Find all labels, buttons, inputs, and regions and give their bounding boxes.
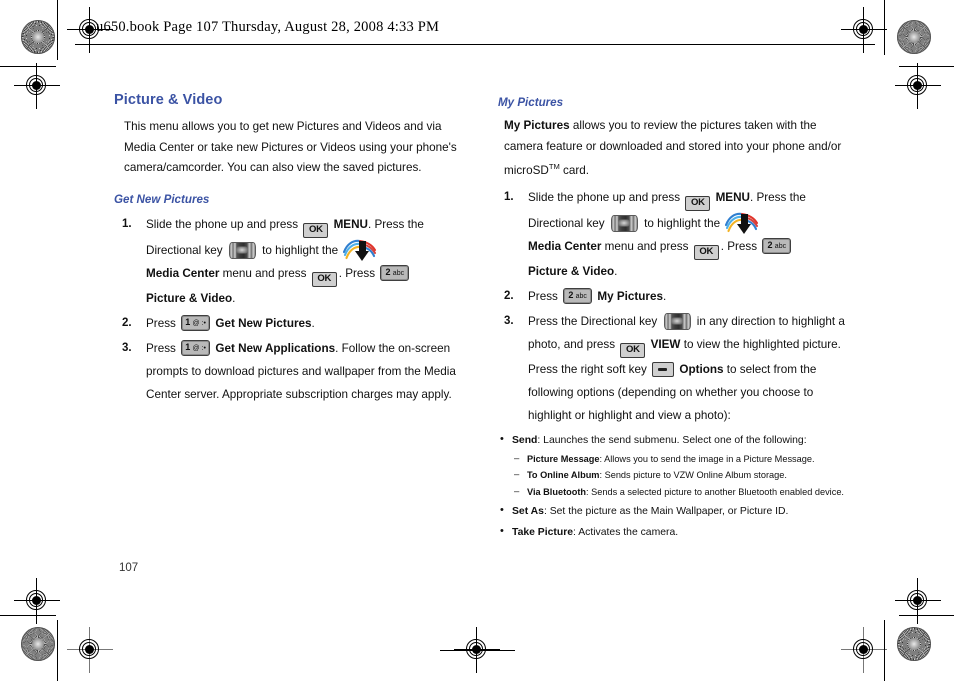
menu-label: MENU [715,190,750,204]
step-text: . Press [338,266,379,280]
intro-text-tail: card. [559,164,590,177]
suboption-label: Via Bluetooth [527,486,587,497]
step-item: 2. Press 2 abc My Pictures. [498,285,858,308]
subheading-my-pictures: My Pictures [498,96,564,109]
step-number: 2. [504,289,514,302]
num-key-digit: 2 [767,239,773,250]
list-item: Take Picture: Activates the camera. [498,522,858,542]
num-key-digit: 2 [385,266,391,277]
num-2-abc-key-icon: 2 abc [762,237,792,254]
ok-key-icon: OK [620,342,646,358]
directional-key-icon [663,312,691,330]
list-item: Send: Launches the send submenu. Select … [498,430,858,501]
step-item: 3. Press the Directional key in any direc… [498,310,858,427]
list-item: Via Bluetooth: Sends a selected picture … [512,484,858,501]
step-item: 1. Slide the phone up and press OK MENU . … [498,186,858,283]
ok-key-icon: OK [693,244,719,260]
step-text: to highlight the [640,216,724,230]
option-label: Take Picture [512,527,574,538]
num-key-symbols: @ :• [192,344,206,352]
picture-video-label: Picture & Video [528,264,615,278]
options-list: Send: Launches the send submenu. Select … [498,430,858,543]
step-item: 3. Press 1 @ :• Get New Applications. Fol… [114,337,474,406]
media-center-icon [725,211,759,235]
step-number: 3. [122,341,132,354]
options-label: Options [679,362,724,376]
directional-key-icon [610,214,638,232]
media-center-icon [343,238,377,262]
directional-key-icon [228,241,256,259]
num-key-digit: 1 [185,341,191,352]
page-content: Picture & Video This menu allows you to … [0,0,954,681]
step-number: 1. [122,217,132,230]
step-text: Press [528,289,562,303]
step-item: 1. Slide the phone up and press OK MENU . … [114,213,474,310]
get-new-pictures-label: Get New Pictures [215,316,312,330]
step-number: 2. [122,316,132,329]
suboption-label: To Online Album [527,470,600,480]
view-label: VIEW [650,337,681,351]
subheading-get-new-pictures: Get New Pictures [114,192,210,206]
num-1-key-icon: 1 @ :• [181,339,211,356]
ok-key-icon: OK [311,271,337,287]
step-text: Press [146,316,180,330]
num-key-digit: 2 [568,289,574,300]
my-pictures-menu-label: My Pictures [597,289,663,303]
step-number: 3. [504,314,514,327]
step-text: Slide the phone up and press [528,190,684,204]
num-key-digit: 1 [185,316,191,327]
option-label: Set As [512,506,544,517]
num-1-key-icon: 1 @ :• [181,314,211,331]
step-item: 2. Press 1 @ :• Get New Pictures. [114,312,474,335]
page-title: Picture & Video [114,92,223,108]
option-desc: : Launches the send submenu. Select one … [537,434,807,446]
step-text: menu and press [601,239,692,253]
suboption-desc: : Sends picture to VZW Online Album stor… [599,470,787,480]
option-desc: : Activates the camera. [573,527,679,538]
right-soft-key-icon [652,361,675,377]
option-label: Send [512,434,538,446]
right-column: My Pictures My Pictures allows you to re… [498,92,858,544]
intro-paragraph: This menu allows you to get new Pictures… [124,120,457,174]
steps-list-right: 1. Slide the phone up and press OK MENU . … [498,186,858,427]
left-column: Picture & Video This menu allows you to … [114,92,474,408]
option-desc: : Set the picture as the Main Wallpaper,… [543,506,789,517]
steps-list-left: 1. Slide the phone up and press OK MENU . … [114,213,474,406]
num-2-abc-key-icon: 2 abc [563,287,593,304]
get-new-applications-label: Get New Applications [215,341,336,355]
menu-label: MENU [333,217,368,231]
suboption-label: Picture Message [527,453,600,464]
page-number: 107 [119,562,139,574]
num-key-letters: abc [392,269,405,277]
step-text: Press [146,341,180,355]
list-item: Set As: Set the picture as the Main Wall… [498,501,858,521]
suboption-desc: : Allows you to send the image in a Pict… [599,453,815,464]
step-text: . Press [720,239,761,253]
picture-video-label: Picture & Video [146,291,233,305]
ok-key-icon: OK [685,195,711,211]
num-key-letters: abc [774,242,787,250]
my-pictures-label: My Pictures [504,119,570,132]
step-text: . [311,316,315,330]
step-text: Press the Directional key [528,314,661,328]
step-text: . [614,264,618,278]
step-text: . [662,289,667,303]
step-text: to highlight the [258,243,342,257]
num-2-abc-key-icon: 2 abc [380,264,410,281]
list-item: To Online Album: Sends picture to VZW On… [512,467,858,484]
num-key-symbols: @ :• [192,319,206,327]
intro-paragraph-my-pictures: My Pictures allows you to review the pic… [498,116,858,182]
option-sublist: Picture Message: Allows you to send the … [512,451,858,501]
media-center-label: Media Center [146,266,220,280]
media-center-label: Media Center [528,239,602,253]
list-item: Picture Message: Allows you to send the … [512,451,858,468]
num-key-letters: abc [575,292,587,300]
step-text: . [232,291,236,305]
suboption-desc: : Sends a selected picture to another Bl… [586,486,844,497]
step-text: menu and press [219,266,310,280]
step-number: 1. [504,190,514,203]
step-text: Slide the phone up and press [146,217,302,231]
ok-key-icon: OK [303,222,329,238]
trademark-mark: TM [548,162,560,171]
